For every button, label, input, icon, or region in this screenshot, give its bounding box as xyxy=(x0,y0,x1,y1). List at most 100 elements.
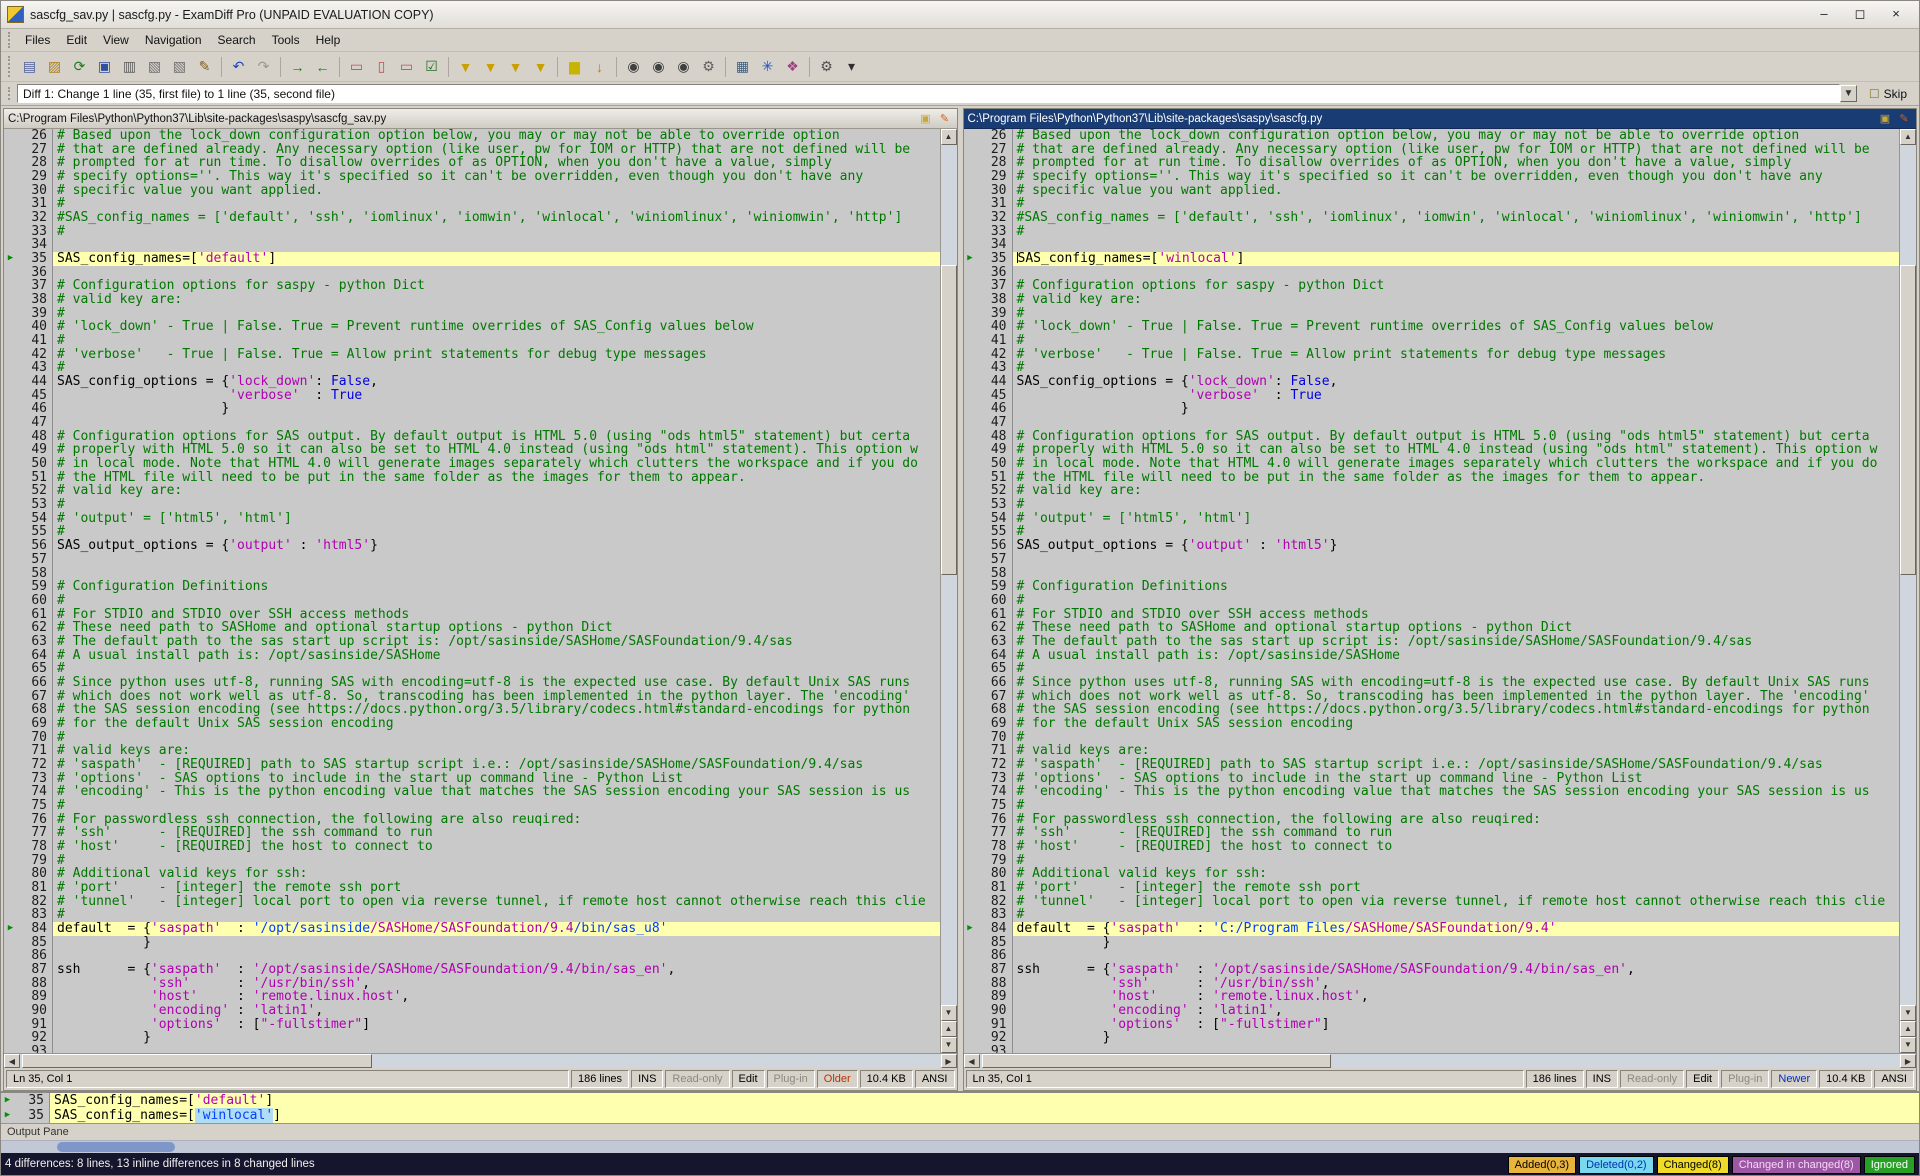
line-text[interactable]: # xyxy=(53,594,940,608)
right-vertical-scrollbar[interactable]: ▲ ▼ ▲ ▼ xyxy=(1899,129,1916,1053)
code-line[interactable]: 82# 'tunnel' - [integer] local port to o… xyxy=(4,895,940,909)
line-text[interactable]: # For STDIO and STDIO over SSH access me… xyxy=(53,608,940,622)
line-text[interactable]: # the SAS session encoding (see https://… xyxy=(1013,703,1900,717)
line-text[interactable]: # that are defined already. Any necessar… xyxy=(1013,143,1900,157)
code-line[interactable]: 93 xyxy=(4,1045,940,1053)
line-text[interactable]: # properly with HTML 5.0 so it can also … xyxy=(1013,443,1900,457)
line-text[interactable]: # valid key are: xyxy=(1013,484,1900,498)
line-text[interactable]: # 'lock_down' - True | False. True = Pre… xyxy=(1013,320,1900,334)
code-line[interactable]: 83# xyxy=(4,908,940,922)
filter-changed-icon[interactable]: ▼ xyxy=(529,56,552,78)
code-line[interactable]: 79# xyxy=(4,854,940,868)
line-text[interactable]: # for the default Unix SAS session encod… xyxy=(1013,717,1900,731)
scroll-track[interactable] xyxy=(1900,145,1916,1005)
line-text[interactable]: # Additional valid keys for ssh: xyxy=(1013,867,1900,881)
code-line[interactable]: 65# xyxy=(964,662,1900,676)
diff-combobox-dropdown-icon[interactable]: ▼ xyxy=(1840,85,1857,102)
line-text[interactable]: default = {'saspath' : '/opt/sasinside/S… xyxy=(53,922,940,936)
line-text[interactable]: # xyxy=(1013,334,1900,348)
diff-detail-row[interactable]: ▶35SAS_config_names=['default'] xyxy=(1,1093,1919,1108)
scroll-left-icon[interactable]: ◀ xyxy=(964,1054,980,1068)
line-text[interactable]: # xyxy=(1013,594,1900,608)
code-line[interactable]: 42# 'verbose' - True | False. True = All… xyxy=(964,348,1900,362)
diff-detail-row[interactable]: ▶35SAS_config_names=['winlocal'] xyxy=(1,1108,1919,1123)
code-line[interactable]: 26# Based upon the lock_down configurati… xyxy=(964,129,1900,143)
line-text[interactable]: 'host' : 'remote.linux.host', xyxy=(53,990,940,1004)
line-text[interactable]: } xyxy=(1013,402,1900,416)
line-text[interactable]: # that are defined already. Any necessar… xyxy=(53,143,940,157)
line-text[interactable]: #SAS_config_names = ['default', 'ssh', '… xyxy=(1013,211,1900,225)
code-line[interactable]: 76# For passwordless ssh connection, the… xyxy=(4,813,940,827)
line-text[interactable]: SAS_config_names=['winlocal'] xyxy=(1013,252,1900,266)
menu-view[interactable]: View xyxy=(95,30,137,50)
compare-files-icon[interactable]: ▤ xyxy=(18,56,41,78)
line-text[interactable] xyxy=(53,553,940,567)
line-text[interactable]: SAS_config_names=['default'] xyxy=(53,252,940,266)
save-file-icon[interactable]: ▣ xyxy=(918,112,934,125)
line-text[interactable]: # 'lock_down' - True | False. True = Pre… xyxy=(53,320,940,334)
code-line[interactable]: 71# valid keys are: xyxy=(4,744,940,758)
line-text[interactable]: } xyxy=(53,1031,940,1045)
line-text[interactable]: # xyxy=(1013,498,1900,512)
code-line[interactable]: 47 xyxy=(964,416,1900,430)
code-line[interactable]: ▶84default = {'saspath' : '/opt/sasinsid… xyxy=(4,922,940,936)
code-line[interactable]: 87ssh = {'saspath' : '/opt/sasinside/SAS… xyxy=(4,963,940,977)
scroll-up-icon[interactable]: ▲ xyxy=(1900,129,1916,145)
line-text[interactable] xyxy=(1013,416,1900,430)
code-line[interactable]: 27# that are defined already. Any necess… xyxy=(964,143,1900,157)
code-line[interactable]: 88 'ssh' : '/usr/bin/ssh', xyxy=(964,977,1900,991)
close-button[interactable]: × xyxy=(1879,5,1913,25)
code-line[interactable]: 59# Configuration Definitions xyxy=(4,580,940,594)
line-text[interactable]: # the HTML file will need to be put in t… xyxy=(1013,471,1900,485)
code-line[interactable]: 61# For STDIO and STDIO over SSH access … xyxy=(964,608,1900,622)
line-text[interactable]: 'host' : 'remote.linux.host', xyxy=(1013,990,1900,1004)
find-prev-icon[interactable]: ◉ xyxy=(672,56,695,78)
code-line[interactable]: 62# These need path to SASHome and optio… xyxy=(4,621,940,635)
line-text[interactable]: # The default path to the sas start up s… xyxy=(53,635,940,649)
code-line[interactable]: 92 } xyxy=(4,1031,940,1045)
scroll-up-icon[interactable]: ▲ xyxy=(941,129,957,145)
code-line[interactable]: 67# which does not work well as utf-8. S… xyxy=(4,690,940,704)
edit-file-icon[interactable]: ✎ xyxy=(1896,112,1912,125)
code-line[interactable]: 64# A usual install path is: /opt/sasins… xyxy=(4,649,940,663)
code-line[interactable]: 70# xyxy=(964,731,1900,745)
code-line[interactable]: 78# 'host' - [REQUIRED] the host to conn… xyxy=(4,840,940,854)
line-text[interactable]: # xyxy=(53,498,940,512)
scroll-thumb[interactable] xyxy=(941,265,957,575)
code-line[interactable]: 93 xyxy=(964,1045,1900,1053)
code-line[interactable]: 46 } xyxy=(4,402,940,416)
line-text[interactable]: } xyxy=(1013,936,1900,950)
code-line[interactable]: 41# xyxy=(4,334,940,348)
layout-split-icon[interactable]: ▭ xyxy=(395,56,418,78)
undo-icon[interactable]: ↶ xyxy=(227,56,250,78)
code-line[interactable]: 26# Based upon the lock_down configurati… xyxy=(4,129,940,143)
code-line[interactable]: 40# 'lock_down' - True | False. True = P… xyxy=(4,320,940,334)
diff-stat-badge[interactable]: Deleted(0,2) xyxy=(1579,1156,1654,1174)
right-horizontal-scrollbar[interactable]: ◀ ▶ xyxy=(964,1053,1917,1068)
filter-deleted-icon[interactable]: ▼ xyxy=(504,56,527,78)
code-line[interactable]: 81# 'port' - [integer] the remote ssh po… xyxy=(964,881,1900,895)
code-line[interactable]: 55# xyxy=(964,525,1900,539)
code-line[interactable]: 70# xyxy=(4,731,940,745)
line-text[interactable]: # xyxy=(53,662,940,676)
code-line[interactable]: 86 xyxy=(4,949,940,963)
line-text[interactable]: # 'output' = ['html5', 'html'] xyxy=(53,512,940,526)
line-text[interactable]: # 'options' - SAS options to include in … xyxy=(53,772,940,786)
line-text[interactable]: # 'port' - [integer] the remote ssh port xyxy=(1013,881,1900,895)
line-text[interactable]: } xyxy=(1013,1031,1900,1045)
code-line[interactable]: 34 xyxy=(4,238,940,252)
line-text[interactable]: # specify options=''. This way it's spec… xyxy=(53,170,940,184)
code-line[interactable]: ▶84default = {'saspath' : 'C:/Program Fi… xyxy=(964,922,1900,936)
code-line[interactable]: 31# xyxy=(4,197,940,211)
line-text[interactable] xyxy=(53,567,940,581)
line-text[interactable]: # valid key are: xyxy=(1013,293,1900,307)
code-line[interactable]: 75# xyxy=(964,799,1900,813)
print-icon[interactable]: ▥ xyxy=(118,56,141,78)
line-text[interactable]: # valid key are: xyxy=(53,293,940,307)
copy-to-left-icon[interactable]: ▧ xyxy=(143,56,166,78)
code-line[interactable]: 51# the HTML file will need to be put in… xyxy=(4,471,940,485)
line-text[interactable]: # xyxy=(53,197,940,211)
code-line[interactable]: 28# prompted for at run time. To disallo… xyxy=(964,156,1900,170)
code-line[interactable]: 78# 'host' - [REQUIRED] the host to conn… xyxy=(964,840,1900,854)
edit-file-icon[interactable]: ✎ xyxy=(937,112,953,125)
